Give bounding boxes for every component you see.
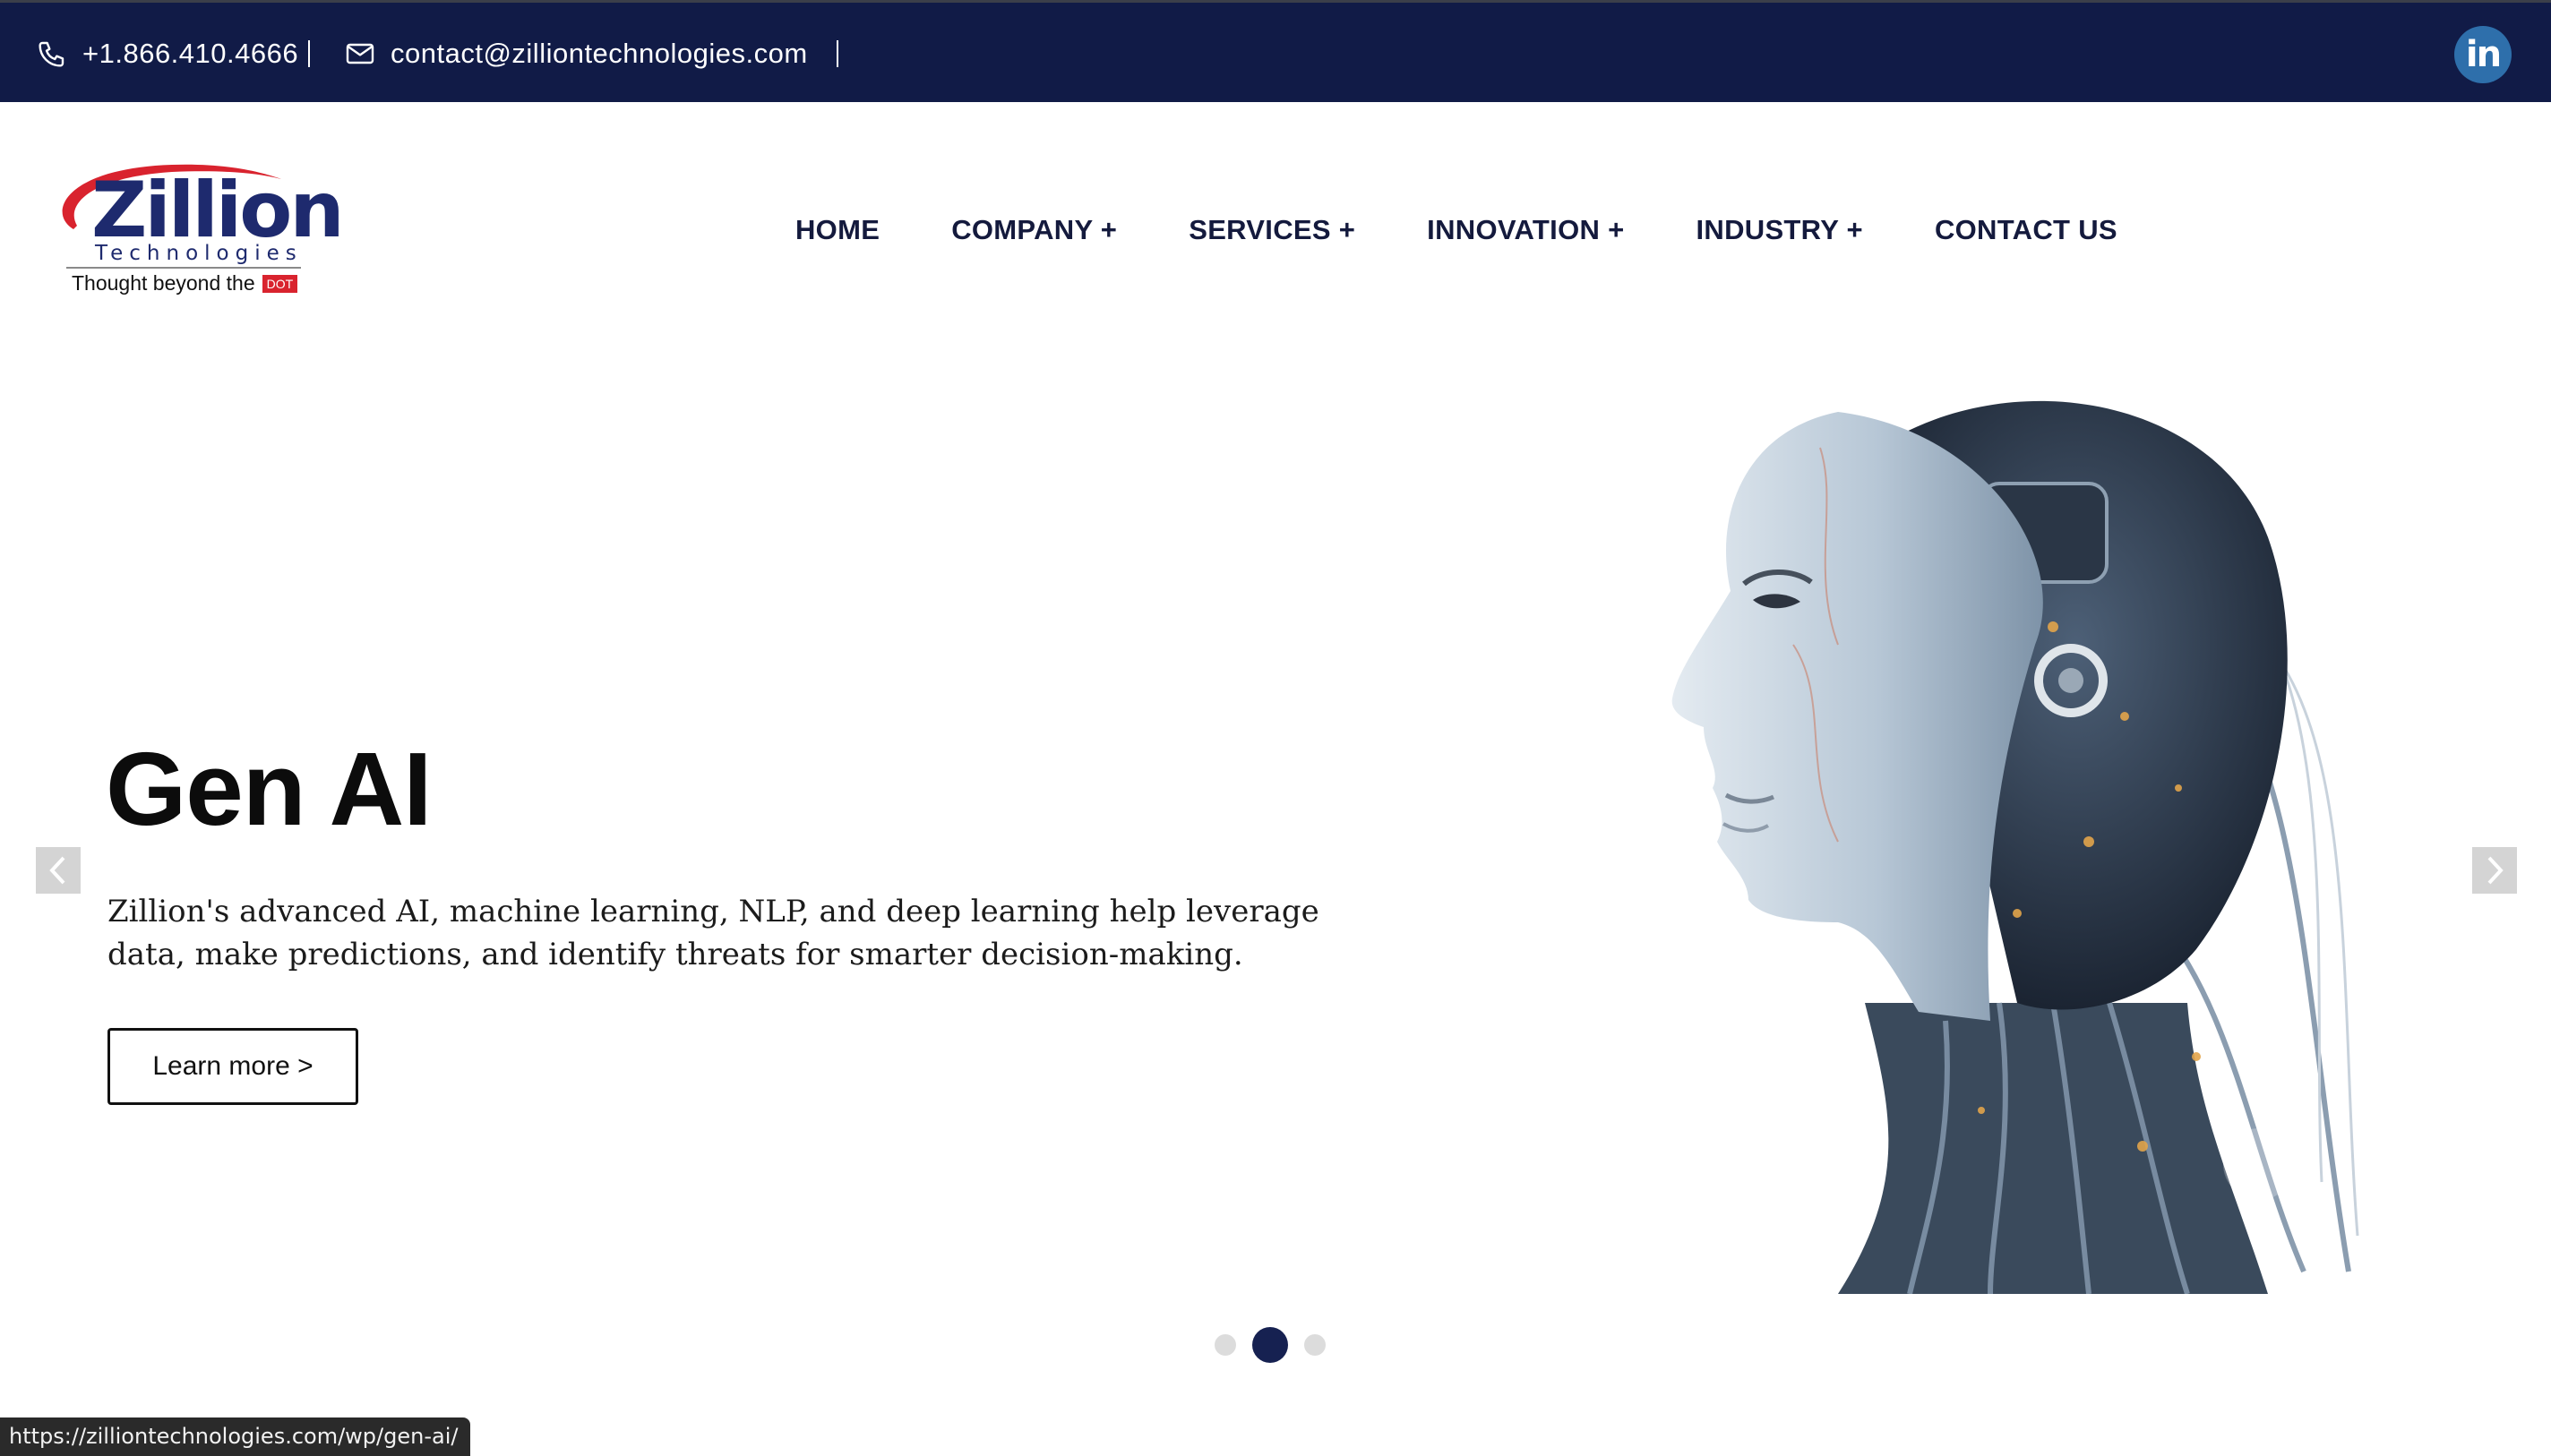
divider [837, 40, 838, 67]
linkedin-icon[interactable]: in [2454, 26, 2512, 83]
slider-dot-3[interactable] [1304, 1334, 1326, 1356]
top-bar: +1.866.410.4666 contact@zilliontechnolog… [0, 0, 2551, 102]
logo-subtitle: Technologies [95, 242, 303, 265]
main-nav: HOME COMPANY + SERVICES + INNOVATION + I… [795, 204, 2117, 256]
logo-tagline: Thought beyond the DOT [72, 270, 298, 297]
phone-number[interactable]: +1.866.410.4666 [82, 38, 298, 70]
status-bar-url: https://zilliontechnologies.com/wp/gen-a… [0, 1417, 471, 1456]
hero-description: Zillion's advanced AI, machine learning,… [107, 894, 1319, 972]
nav-company[interactable]: COMPANY + [951, 214, 1117, 246]
email-address[interactable]: contact@zilliontechnologies.com [391, 38, 808, 70]
learn-more-button[interactable]: Learn more > [107, 1028, 358, 1105]
nav-home[interactable]: HOME [795, 214, 880, 246]
nav-services[interactable]: SERVICES + [1189, 214, 1355, 246]
nav-contact-us[interactable]: CONTACT US [1935, 214, 2117, 246]
tagline-badge: DOT [262, 274, 298, 294]
chevron-left-icon [49, 856, 65, 885]
phone-icon [38, 39, 66, 68]
linkedin-glyph: in [2465, 34, 2502, 75]
hero-title: Gen AI [106, 731, 433, 847]
chevron-right-icon [2487, 856, 2504, 885]
envelope-icon [346, 42, 374, 65]
slider-pagination [1215, 1327, 1326, 1363]
slider-dot-2-active[interactable] [1252, 1327, 1288, 1363]
divider [308, 40, 310, 67]
site-logo[interactable]: Zillion Technologies Thought beyond the … [47, 159, 345, 303]
tagline-text: Thought beyond the [72, 271, 255, 295]
ai-robot-head-image [1671, 400, 2359, 1294]
email-contact[interactable]: contact@zilliontechnologies.com [346, 3, 808, 105]
slider-prev-button[interactable] [36, 847, 81, 894]
nav-innovation[interactable]: INNOVATION + [1427, 214, 1624, 246]
slider-dot-1[interactable] [1215, 1334, 1236, 1356]
phone-contact[interactable]: +1.866.410.4666 [38, 3, 298, 105]
nav-industry[interactable]: INDUSTRY + [1696, 214, 1862, 246]
logo-wordmark: Zillion [91, 166, 345, 255]
logo-divider [66, 267, 301, 269]
slider-next-button[interactable] [2472, 847, 2517, 894]
